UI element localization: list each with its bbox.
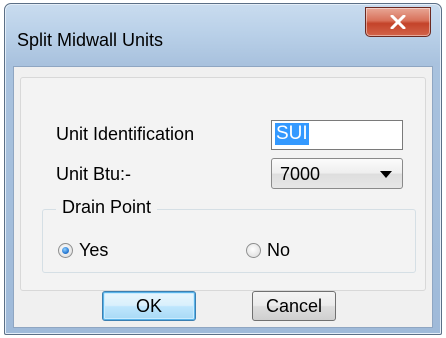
unit-identification-input[interactable]: SUI <box>271 120 403 150</box>
unit-identification-value: SUI <box>275 123 309 145</box>
radio-unselected-icon <box>246 243 261 258</box>
dialog-title: Split Midwall Units <box>17 30 164 50</box>
drain-point-no-radio[interactable]: No <box>246 240 290 261</box>
dialog-client-area: Unit Identification SUI Unit Btu:- 7000 … <box>13 66 433 328</box>
dialog-window: Split Midwall Units Unit Identification … <box>4 3 442 335</box>
close-button[interactable] <box>365 7 431 37</box>
chevron-down-icon <box>380 171 392 178</box>
title-bar[interactable]: Split Midwall Units <box>5 4 441 66</box>
cancel-button[interactable]: Cancel <box>252 291 336 321</box>
ok-button[interactable]: OK <box>102 291 196 321</box>
drain-point-no-label: No <box>267 240 291 260</box>
drain-point-group-title: Drain Point <box>56 197 158 218</box>
drain-point-yes-label: Yes <box>79 240 109 260</box>
unit-identification-label: Unit Identification <box>56 124 195 144</box>
unit-btu-selected-value: 7000 <box>280 164 321 184</box>
drain-point-yes-radio[interactable]: Yes <box>58 240 108 261</box>
close-icon <box>390 15 406 29</box>
radio-selected-icon <box>58 243 73 258</box>
unit-btu-label: Unit Btu:- <box>56 164 132 184</box>
unit-btu-dropdown[interactable]: 7000 <box>271 158 403 189</box>
